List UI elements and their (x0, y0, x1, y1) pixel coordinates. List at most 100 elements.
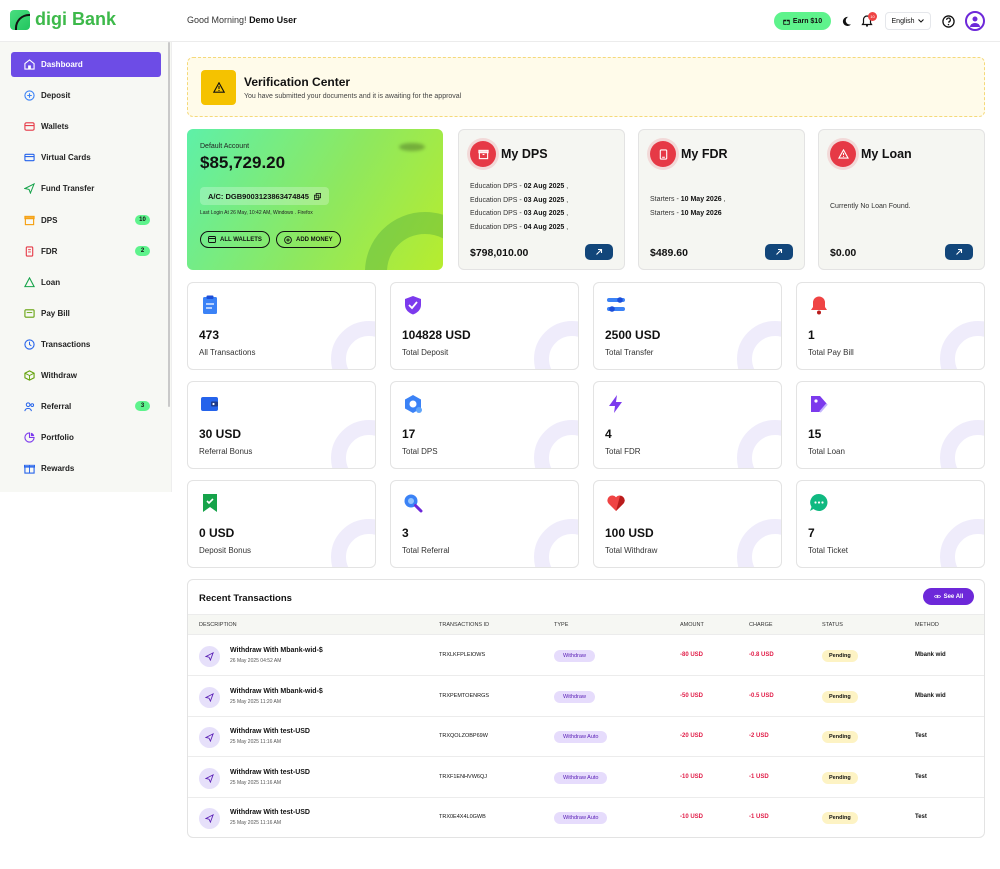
stat-card-total-ticket[interactable]: 7 Total Ticket (796, 480, 985, 568)
sidebar-item-virtual-cards[interactable]: Virtual Cards (11, 145, 161, 170)
sidebar-item-transactions[interactable]: Transactions (11, 332, 161, 357)
col-charge: CHARGE (749, 622, 773, 628)
sidebar-item-label: Deposit (41, 91, 71, 101)
stat-card-deposit-bonus[interactable]: 0 USD Deposit Bonus (187, 480, 376, 568)
help-icon (941, 14, 955, 28)
send-icon (199, 686, 220, 708)
transaction-charge: -2 USD (749, 733, 769, 739)
loan-open-button[interactable] (945, 244, 973, 260)
send-icon (199, 727, 220, 748)
stat-card-total-deposit[interactable]: 104828 USD Total Deposit (390, 282, 579, 370)
status-badge: Pending (822, 650, 858, 662)
sidebar-item-pay-bill[interactable]: Pay Bill (11, 301, 161, 326)
earn-button[interactable]: Earn $10 (774, 12, 831, 30)
fdr-open-button[interactable] (765, 244, 793, 260)
stat-value: 1 (808, 328, 815, 342)
stat-card-total-withdraw[interactable]: 100 USD Total Withdraw (593, 480, 782, 568)
col-transaction-id: TRANSACTIONS ID (439, 622, 490, 628)
verification-message: You have submitted your documents and it… (244, 93, 462, 100)
stat-value: 2500 USD (605, 328, 661, 342)
transaction-type: Withdraw (554, 650, 595, 662)
sidebar-item-wallets[interactable]: Wallets (11, 114, 161, 139)
account-number-text: A/C: DGB9003123863474845 (208, 191, 309, 201)
stat-card-total-dps[interactable]: 17 Total DPS (390, 381, 579, 469)
stat-card-referral-bonus[interactable]: 30 USD Referral Bonus (187, 381, 376, 469)
stat-value: 0 USD (199, 526, 235, 540)
my-loan-card: My Loan Currently No Loan Found. $0.00 (818, 129, 985, 270)
transaction-charge: -1 USD (749, 814, 769, 820)
stat-card-total-fdr[interactable]: 4 Total FDR (593, 381, 782, 469)
sidebar-scrollbar[interactable] (168, 42, 170, 407)
transaction-method: Test (915, 814, 927, 820)
sidebar-item-badge: 10 (135, 214, 150, 225)
sidebar-item-dashboard[interactable]: Dashboard (11, 52, 161, 77)
dps-total: $798,010.00 (470, 247, 529, 259)
sidebar-item-withdraw[interactable]: Withdraw (11, 363, 161, 388)
stat-card-all-transactions[interactable]: 473 All Transactions (187, 282, 376, 370)
greeting-text: Good Morning! (187, 15, 247, 25)
dashboard-icon (21, 59, 37, 70)
transaction-date: 26 May 2025 04:52 AM (230, 658, 282, 664)
transaction-charge: -1 USD (749, 773, 769, 780)
sidebar-item-loan[interactable]: Loan (11, 270, 161, 295)
stat-card-total-transfer[interactable]: 2500 USD Total Transfer (593, 282, 782, 370)
stat-value: 104828 USD (402, 328, 471, 342)
transaction-description: Withdraw With Mbank-wid-$ (230, 647, 323, 654)
plus-circle-icon (284, 235, 292, 244)
dps-item-name: Education DPS - (470, 183, 524, 190)
lightning-icon (609, 395, 622, 413)
earn-label: Earn $10 (792, 17, 823, 25)
eye-icon (933, 594, 941, 599)
stat-card-total-pay-bill[interactable]: 1 Total Pay Bill (796, 282, 985, 370)
transaction-type: Withdraw (554, 690, 595, 703)
dps-item: Education DPS - 02 Aug 2025 , (470, 183, 569, 190)
sidebar-item-referral[interactable]: Referral 3 (11, 394, 161, 419)
transaction-description: Withdraw With Mbank-wid-$ (230, 687, 323, 695)
avatar[interactable] (965, 11, 985, 31)
dps-open-button[interactable] (585, 244, 613, 260)
stat-value: 473 (199, 328, 220, 342)
sidebar-item-fund-transfer[interactable]: Fund Transfer (11, 176, 161, 201)
table-row[interactable]: Withdraw With test-USD 25 May 2025 11:16 … (188, 758, 984, 798)
sidebar-item-label: Dashboard (41, 60, 83, 69)
language-select[interactable]: English (885, 12, 931, 30)
transaction-charge: -0.5 USD (749, 692, 774, 699)
help-button[interactable] (939, 12, 957, 30)
balance-toggle[interactable] (399, 143, 425, 151)
sidebar-item-rewards[interactable]: Rewards (11, 456, 161, 481)
all-wallets-label: ALL WALLETS (220, 236, 262, 243)
sidebar-item-dps[interactable]: DPS 10 (11, 208, 161, 233)
copy-icon[interactable] (313, 192, 321, 200)
arrow-up-right-icon (596, 248, 603, 255)
card-decoration (737, 321, 781, 369)
table-row[interactable]: Withdraw With Mbank-wid-$ 25 May 2025 11:… (188, 677, 984, 717)
logo[interactable]: digi Bank (10, 9, 116, 30)
dps-title: My DPS (501, 147, 548, 161)
transaction-amount: -20 USD (680, 733, 704, 739)
sidebar-item-label: DPS (41, 215, 58, 225)
see-all-button[interactable]: See All (923, 588, 974, 605)
table-row[interactable]: Withdraw With test-USD 25 May 2025 11:16 … (188, 717, 984, 757)
stat-label: Total DPS (402, 447, 438, 456)
sidebar-item-label: Virtual Cards (41, 153, 91, 163)
card-decoration (940, 321, 984, 369)
notification-badge: 10 (868, 12, 877, 21)
stat-label: Referral Bonus (199, 447, 253, 456)
arrow-up-right-icon (776, 248, 783, 255)
all-wallets-button[interactable]: ALL WALLETS (200, 231, 270, 248)
add-money-button[interactable]: ADD MONEY (276, 231, 341, 248)
sidebar-item-portfolio[interactable]: Portfolio (11, 425, 161, 450)
sidebar-item-fdr[interactable]: FDR 2 (11, 239, 161, 264)
table-row[interactable]: Withdraw With Mbank-wid-$ 26 May 2025 04:… (188, 636, 984, 676)
referral-icon (21, 401, 37, 412)
stat-card-total-referral[interactable]: 3 Total Referral (390, 480, 579, 568)
transaction-description: Withdraw With test-USD (230, 728, 310, 735)
stat-card-total-loan[interactable]: 15 Total Loan (796, 381, 985, 469)
table-row[interactable]: Withdraw With test-USD 25 May 2025 11:16 … (188, 798, 984, 837)
card-decoration (940, 420, 984, 468)
theme-toggle[interactable] (837, 12, 855, 30)
sidebar-item-deposit[interactable]: Deposit (11, 83, 161, 108)
bell-icon (811, 296, 827, 315)
send-icon (21, 183, 37, 195)
fdr-icon (21, 245, 37, 257)
